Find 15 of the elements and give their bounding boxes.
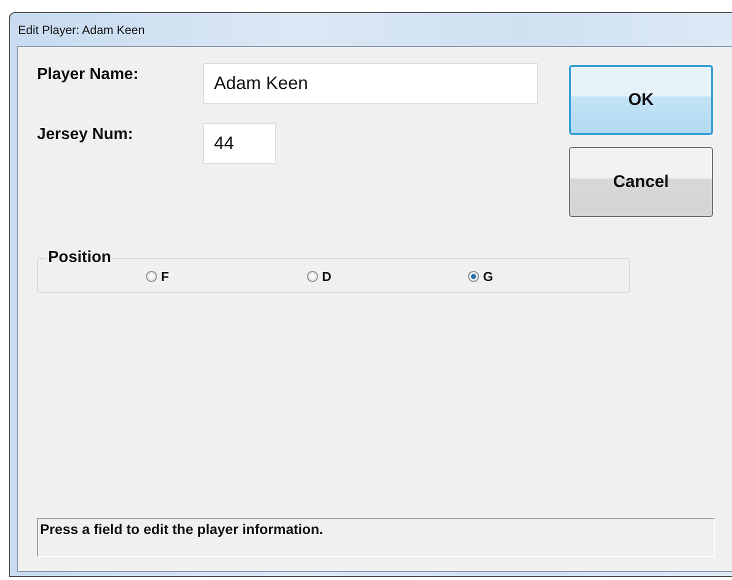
radio-label[interactable]: G <box>483 269 494 284</box>
dialog-button[interactable]: OK <box>569 65 713 135</box>
group-label: Position <box>47 249 112 267</box>
window-title: Edit Player: Adam Keen <box>17 22 146 38</box>
field-label: Jersey Num: <box>37 125 134 144</box>
radio-button[interactable] <box>307 271 318 282</box>
text-field[interactable]: Adam Keen <box>203 63 538 104</box>
radio-button[interactable] <box>468 271 479 282</box>
radio-button[interactable] <box>146 271 157 282</box>
dialog-button[interactable]: Cancel <box>569 147 713 217</box>
radio-label[interactable]: F <box>161 269 169 284</box>
text-field[interactable]: 44 <box>203 123 276 164</box>
status-message: Press a field to edit the player information. <box>37 518 715 557</box>
field-label: Player Name: <box>37 65 140 84</box>
radio-label[interactable]: D <box>322 269 332 284</box>
